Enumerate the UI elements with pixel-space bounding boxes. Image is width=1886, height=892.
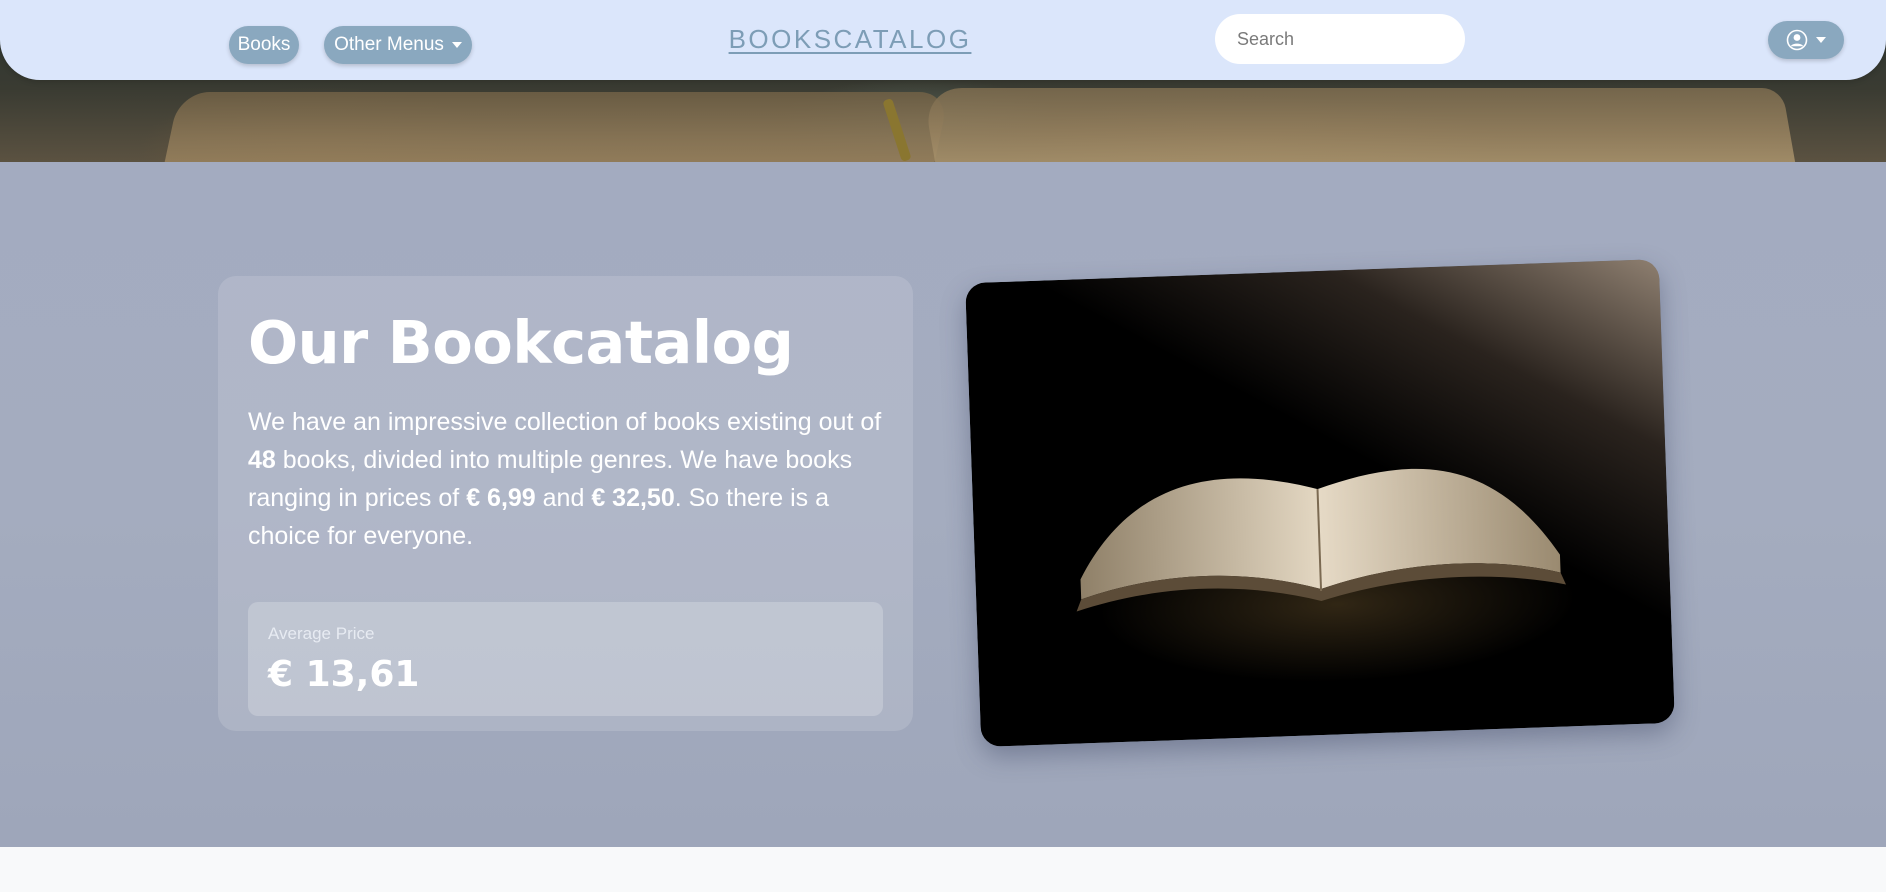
description-part1: We have an impressive collection of book… xyxy=(248,407,882,436)
book-page-right xyxy=(922,88,1798,162)
open-book-image xyxy=(1076,468,1566,612)
user-menu-button[interactable] xyxy=(1768,21,1844,59)
max-price: € 32,50 xyxy=(591,483,675,512)
search-bar xyxy=(1215,14,1469,64)
navbar: Books Other Menus BOOKSCATALOG xyxy=(0,0,1886,80)
page-title: Our Bookcatalog xyxy=(248,308,794,377)
hero-description: We have an impressive collection of book… xyxy=(248,403,888,555)
caret-down-icon xyxy=(1816,37,1826,43)
average-price-value: € 13,61 xyxy=(268,654,420,695)
book-count: 48 xyxy=(248,445,276,474)
min-price: € 6,99 xyxy=(466,483,536,512)
page-footer-area xyxy=(0,847,1886,892)
average-price-card: Average Price € 13,61 xyxy=(248,602,883,716)
hero-section: Our Bookcatalog We have an impressive co… xyxy=(0,162,1886,847)
user-circle-icon xyxy=(1786,29,1808,51)
book-page-left xyxy=(160,92,950,162)
search-input[interactable] xyxy=(1237,28,1469,50)
open-book-photo xyxy=(965,259,1675,747)
info-card: Our Bookcatalog We have an impressive co… xyxy=(218,276,913,731)
average-price-label: Average Price xyxy=(268,624,375,643)
description-part3: and xyxy=(535,483,592,512)
